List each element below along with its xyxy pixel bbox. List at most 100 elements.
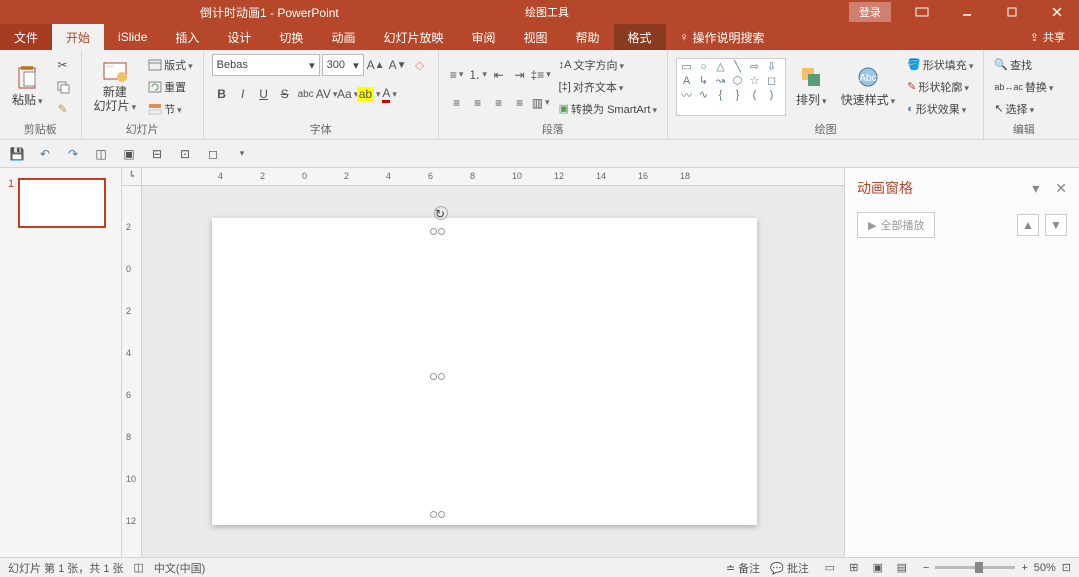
layout-button[interactable]: 版式 (146, 55, 195, 75)
shadow-button[interactable]: abc (296, 84, 316, 104)
comments-button[interactable]: 💬 批注 (770, 560, 809, 576)
zoom-out-button[interactable]: − (923, 562, 929, 574)
justify-button[interactable]: ≡ (510, 93, 530, 113)
cut-button[interactable]: ✂ (53, 55, 73, 75)
accessibility-icon[interactable]: ◫ (134, 561, 144, 574)
smartart-button[interactable]: ▣转换为 SmartArt (557, 99, 659, 119)
tab-help[interactable]: 帮助 (562, 24, 614, 50)
normal-view-button[interactable]: ▭ (819, 559, 841, 577)
zoom-slider[interactable] (935, 566, 1015, 569)
qat-btn-7[interactable]: ⊡ (174, 143, 196, 165)
pane-close-button[interactable]: ✕ (1055, 180, 1067, 197)
tab-transitions[interactable]: 切换 (265, 24, 317, 50)
close-button[interactable] (1034, 0, 1079, 24)
play-all-button[interactable]: ▶ 全部播放 (857, 212, 935, 238)
line-spacing-button[interactable]: ‡≡ (531, 65, 551, 85)
qat-customize[interactable] (230, 143, 252, 165)
qat-btn-8[interactable]: ◻ (202, 143, 224, 165)
align-left-button[interactable]: ≡ (447, 93, 467, 113)
tab-design[interactable]: 设计 (213, 24, 265, 50)
tab-home[interactable]: 开始 (52, 24, 104, 50)
qat-btn-5[interactable]: ▣ (118, 143, 140, 165)
sorter-view-button[interactable]: ⊞ (843, 559, 865, 577)
slideshow-view-button[interactable]: ▤ (891, 559, 913, 577)
tab-islide[interactable]: iSlide (104, 24, 161, 50)
language-label[interactable]: 中文(中国) (154, 560, 205, 576)
zoom-thumb[interactable] (975, 562, 983, 573)
minimize-button[interactable] (944, 0, 989, 24)
tab-slideshow[interactable]: 幻灯片放映 (369, 24, 457, 50)
increase-font-button[interactable]: A▲ (366, 55, 386, 75)
italic-button[interactable]: I (233, 84, 253, 104)
arrange-button[interactable]: 排列 (792, 63, 831, 110)
slide-thumbnail-panel[interactable]: 1 (0, 168, 122, 557)
section-button[interactable]: 节 (146, 99, 195, 119)
align-right-button[interactable]: ≡ (489, 93, 509, 113)
reading-view-button[interactable]: ▣ (867, 559, 889, 577)
new-slide-button[interactable]: 新建 幻灯片 (90, 58, 141, 114)
shape-fill-button[interactable]: 🪣形状填充 (905, 55, 975, 75)
shape-effects-button[interactable]: ◐形状效果 (905, 99, 975, 119)
shape-outline-button[interactable]: ✎形状轮廓 (905, 77, 975, 97)
pane-options-button[interactable]: ▾ (1032, 180, 1039, 197)
tab-animations[interactable]: 动画 (317, 24, 369, 50)
change-case-button[interactable]: Aa (338, 84, 358, 104)
bold-button[interactable]: B (212, 84, 232, 104)
tab-format[interactable]: 格式 (614, 24, 666, 50)
align-center-button[interactable]: ≡ (468, 93, 488, 113)
highlight-button[interactable]: ab (359, 84, 379, 104)
vertical-ruler[interactable]: 2 0 2 4 6 8 10 12 (122, 186, 142, 557)
resize-handle[interactable] (438, 511, 445, 518)
redo-button[interactable]: ↷ (62, 143, 84, 165)
reset-button[interactable]: 重置 (146, 77, 195, 97)
quick-styles-button[interactable]: Abc 快速样式 (837, 63, 900, 110)
tab-view[interactable]: 视图 (509, 24, 561, 50)
rotation-handle[interactable]: ↻ (434, 206, 448, 220)
share-button[interactable]: ⇪ 共享 (1016, 24, 1079, 50)
slide-canvas[interactable] (212, 218, 757, 525)
increase-indent-button[interactable]: ⇥ (510, 65, 530, 85)
notes-button[interactable]: ≐ 备注 (726, 560, 760, 576)
move-up-button[interactable]: ▲ (1017, 214, 1039, 236)
columns-button[interactable]: ▥ (531, 93, 551, 113)
text-direction-button[interactable]: ↕A文字方向 (557, 55, 659, 75)
resize-handle[interactable] (438, 373, 445, 380)
align-text-button[interactable]: [‡]对齐文本 (557, 77, 659, 97)
maximize-button[interactable] (989, 0, 1034, 24)
ribbon-display-options-button[interactable] (899, 0, 944, 24)
zoom-in-button[interactable]: + (1021, 562, 1027, 574)
thumbnail-preview[interactable] (18, 178, 106, 228)
selected-shape[interactable]: ↻ (432, 228, 446, 518)
paste-button[interactable]: 粘贴 (8, 63, 47, 110)
copy-button[interactable] (53, 77, 73, 97)
find-button[interactable]: 🔍查找 (992, 55, 1055, 75)
decrease-font-button[interactable]: A▼ (388, 55, 408, 75)
qat-btn-4[interactable]: ◫ (90, 143, 112, 165)
select-button[interactable]: ↖选择 (992, 99, 1055, 119)
fit-to-window-button[interactable]: ⊡ (1062, 561, 1071, 574)
char-spacing-button[interactable]: AV (317, 84, 337, 104)
shapes-gallery[interactable]: ▭○△╲⇨⇩ A↳↝⬡☆◻ 〰∿{}() (676, 58, 786, 116)
zoom-level-label[interactable]: 50% (1034, 562, 1056, 574)
resize-handle[interactable] (430, 373, 437, 380)
resize-handle[interactable] (430, 228, 437, 235)
font-color-button[interactable]: A (380, 84, 400, 104)
tab-insert[interactable]: 插入 (161, 24, 213, 50)
login-button[interactable]: 登录 (849, 2, 891, 22)
horizontal-ruler[interactable]: 4 2 0 2 4 6 8 10 12 14 16 18 (142, 168, 844, 186)
qat-btn-6[interactable]: ⊟ (146, 143, 168, 165)
tab-file[interactable]: 文件 (0, 24, 52, 50)
numbering-button[interactable]: ⒈ (468, 65, 488, 85)
font-size-combo[interactable]: 300▾ (322, 54, 364, 76)
tab-review[interactable]: 审阅 (457, 24, 509, 50)
underline-button[interactable]: U (254, 84, 274, 104)
clear-formatting-button[interactable]: ◇ (410, 55, 430, 75)
replace-button[interactable]: ab↔ac替换 (992, 77, 1055, 97)
resize-handle[interactable] (438, 228, 445, 235)
undo-button[interactable]: ↶ (34, 143, 56, 165)
bullets-button[interactable]: ≡ (447, 65, 467, 85)
format-painter-button[interactable]: ✎ (53, 99, 73, 119)
save-button[interactable]: 💾 (6, 143, 28, 165)
strikethrough-button[interactable]: S (275, 84, 295, 104)
font-name-combo[interactable]: Bebas▾ (212, 54, 320, 76)
